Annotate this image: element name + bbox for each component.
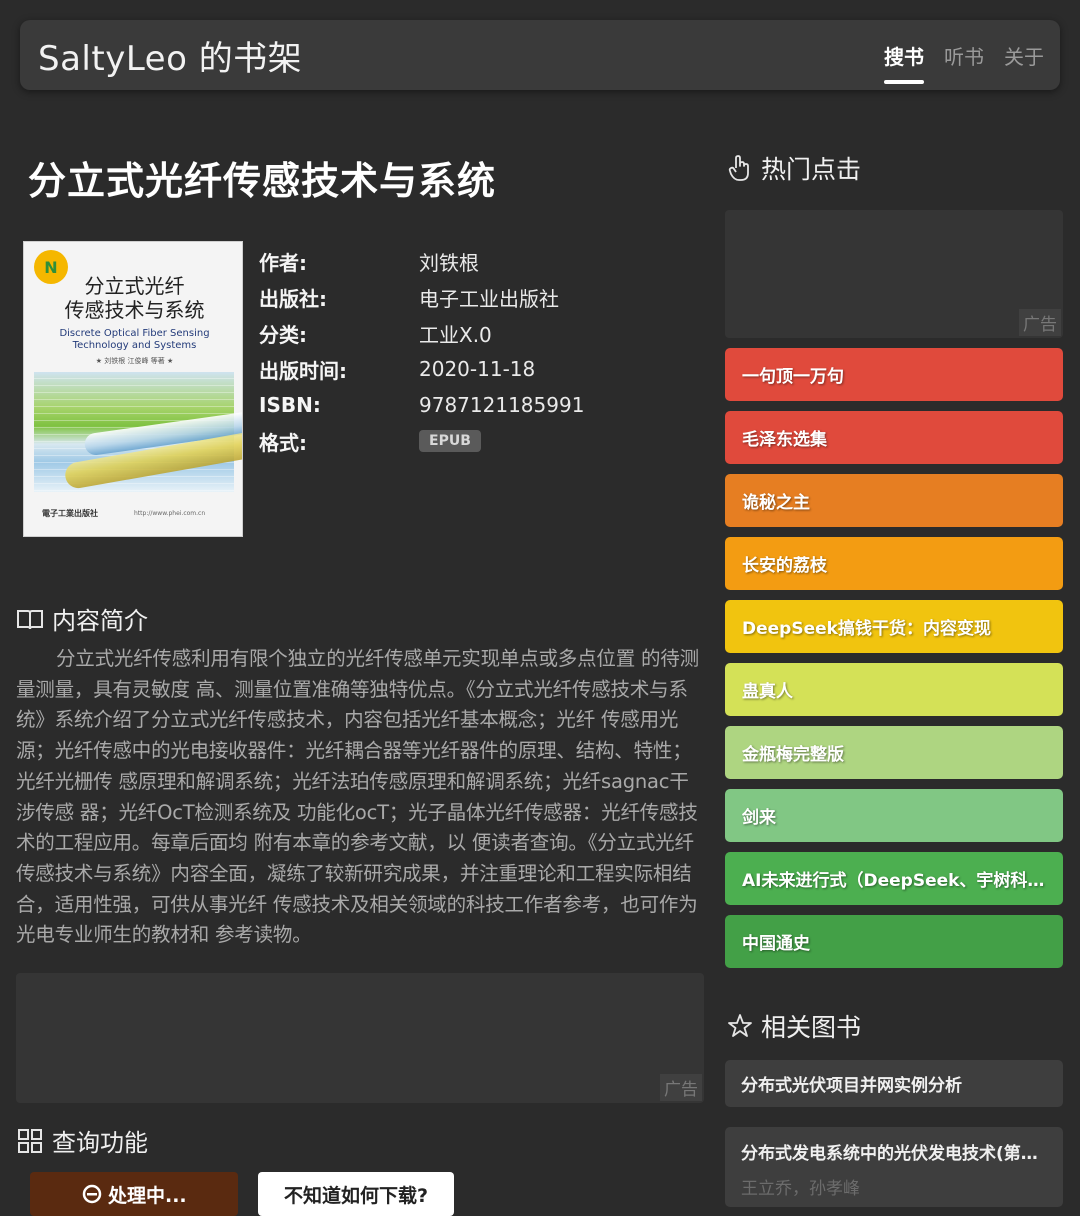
hot-book-item[interactable]: 长安的荔枝 <box>725 537 1063 590</box>
hot-book-item[interactable]: DeepSeek搞钱干货：内容变现 <box>725 600 1063 653</box>
meta-row-isbn: ISBN: 9787121185991 <box>259 387 584 423</box>
cover-title-en: Discrete Optical Fiber Sensing Technolog… <box>42 328 227 352</box>
hot-list: 一句顶一万句 毛泽东选集诡秘之主长安的荔枝 DeepSeek搞钱干货：内容变现 蛊真人… <box>725 348 1063 968</box>
nav-about[interactable]: 关于 <box>1004 37 1044 74</box>
intro-heading: 内容简介 <box>16 601 706 636</box>
meta-row-date: 出版时间: 2020-11-18 <box>259 351 584 387</box>
cover-title-en-line1: Discrete Optical Fiber Sensing <box>59 328 210 339</box>
book-title: 分立式光纤传感技术与系统 <box>28 159 497 203</box>
meta-label: 出版社: <box>259 286 327 311</box>
star-icon <box>728 1014 752 1037</box>
meta-label: 出版时间: <box>259 358 347 383</box>
intro-text: 分立式光纤传感利用有限个独立的光纤传感单元实现单点或多点位置 的待测量测量，具有… <box>16 647 699 947</box>
meta-row-format: 格式: EPUB <box>259 423 584 459</box>
hot-book-item[interactable]: 诡秘之主 <box>725 474 1063 527</box>
query-heading: 查询功能 <box>16 1123 706 1158</box>
download-help-button[interactable]: 不知道如何下载? <box>258 1172 454 1216</box>
hot-book-item[interactable]: 一句顶一万句 <box>725 348 1063 401</box>
meta-row-publisher: 出版社: 电子工业出版社 <box>259 279 584 315</box>
ad-banner[interactable]: 广告 <box>16 973 704 1104</box>
cover-title-en-line2: Technology and Systems <box>72 340 197 351</box>
related-book-author: 王立乔，孙孝峰 <box>741 1179 860 1199</box>
meta-label: ISBN: <box>259 393 321 417</box>
hot-book-item[interactable]: 中国通史 <box>725 915 1063 968</box>
cover-authors: ★ 刘铁根 江俊峰 等著 ★ <box>95 357 174 365</box>
nav-links: 搜书 听书 关于 <box>884 20 1044 90</box>
hot-book-item[interactable]: 金瓶梅完整版 <box>725 726 1063 779</box>
top-navbar: SaltyLeo 的书架 搜书 听书 关于 <box>20 20 1060 90</box>
processing-label: 处理中... <box>108 1184 187 1207</box>
meta-row-author: 作者: 刘铁根 <box>259 243 584 279</box>
meta-value-publisher: 电子工业出版社 <box>419 286 559 311</box>
ad-label: 广告 <box>660 1074 702 1102</box>
related-book-title: 分布式发电系统中的光伏发电技术(第… <box>741 1144 1038 1164</box>
related-book-item[interactable]: 分布式光伏项目并网实例分析 <box>725 1060 1063 1107</box>
hot-book-item[interactable]: 毛泽东选集 <box>725 411 1063 464</box>
meta-label: 格式: <box>259 430 307 455</box>
cover-publisher: 電子工業出版社 <box>42 509 98 518</box>
meta-row-category: 分类: 工业X.0 <box>259 315 584 351</box>
nav-audiobooks[interactable]: 听书 <box>944 37 984 74</box>
format-badge: EPUB <box>419 430 481 452</box>
meta-value-isbn: 9787121185991 <box>419 393 585 417</box>
cover-title-line2: 传感技术与系统 <box>64 298 205 322</box>
hot-heading-text: 热门点击 <box>761 155 862 184</box>
meta-value-date: 2020-11-18 <box>419 357 536 381</box>
query-heading-text: 查询功能 <box>52 1129 148 1158</box>
cover-title-line1: 分立式光纤 <box>84 274 185 298</box>
hot-heading: 热门点击 <box>727 150 1063 186</box>
book-meta: 作者: 刘铁根 出版社: 电子工业出版社 分类: 工业X.0 出版时间: 202… <box>259 243 584 537</box>
site-brand[interactable]: SaltyLeo 的书架 <box>38 31 302 80</box>
sidebar: 热门点击 广告 一句顶一万句 毛泽东选集诡秘之主长安的荔枝 DeepSeek搞钱干货… <box>725 150 1063 1207</box>
related-book-item[interactable]: 分布式发电系统中的光伏发电技术(第… 王立乔，孙孝峰 <box>725 1127 1063 1207</box>
book-cover[interactable]: N 分立式光纤 传感技术与系统 Discrete Optical Fiber S… <box>23 241 243 537</box>
book-info: N 分立式光纤 传感技术与系统 Discrete Optical Fiber S… <box>16 241 706 537</box>
main-content: 分立式光纤传感技术与系统 N 分立式光纤 传感技术与系统 Discrete Op… <box>16 150 706 1216</box>
query-buttons: 处理中... 不知道如何下载? <box>30 1172 706 1216</box>
meta-value-category: 工业X.0 <box>419 322 492 347</box>
intro-heading-text: 内容简介 <box>52 607 148 635</box>
nav-search-books[interactable]: 搜书 <box>884 37 924 84</box>
ad-label: 广告 <box>1019 309 1061 336</box>
hot-book-item[interactable]: AI未来进行式（DeepSeek、宇树科… <box>725 852 1063 905</box>
book-open-icon <box>17 609 43 629</box>
processing-button[interactable]: 处理中... <box>30 1172 238 1216</box>
meta-label: 作者: <box>259 250 307 275</box>
grid-icon <box>18 1128 42 1153</box>
spinner-icon <box>82 1184 102 1204</box>
hand-pointer-icon <box>728 155 749 181</box>
sidebar-ad[interactable]: 广告 <box>725 210 1063 338</box>
cover-url: http://www.phei.com.cn <box>134 510 206 517</box>
meta-label: 分类: <box>259 322 307 347</box>
related-heading: 相关图书 <box>727 1008 1063 1044</box>
related-book-title: 分布式光伏项目并网实例分析 <box>741 1076 962 1096</box>
meta-value-author: 刘铁根 <box>419 250 479 275</box>
related-heading-text: 相关图书 <box>761 1013 862 1042</box>
hot-book-item[interactable]: 剑来 <box>725 789 1063 842</box>
hot-book-item[interactable]: 蛊真人 <box>725 663 1063 716</box>
cover-title-cn: 分立式光纤 传感技术与系统 <box>42 274 227 322</box>
